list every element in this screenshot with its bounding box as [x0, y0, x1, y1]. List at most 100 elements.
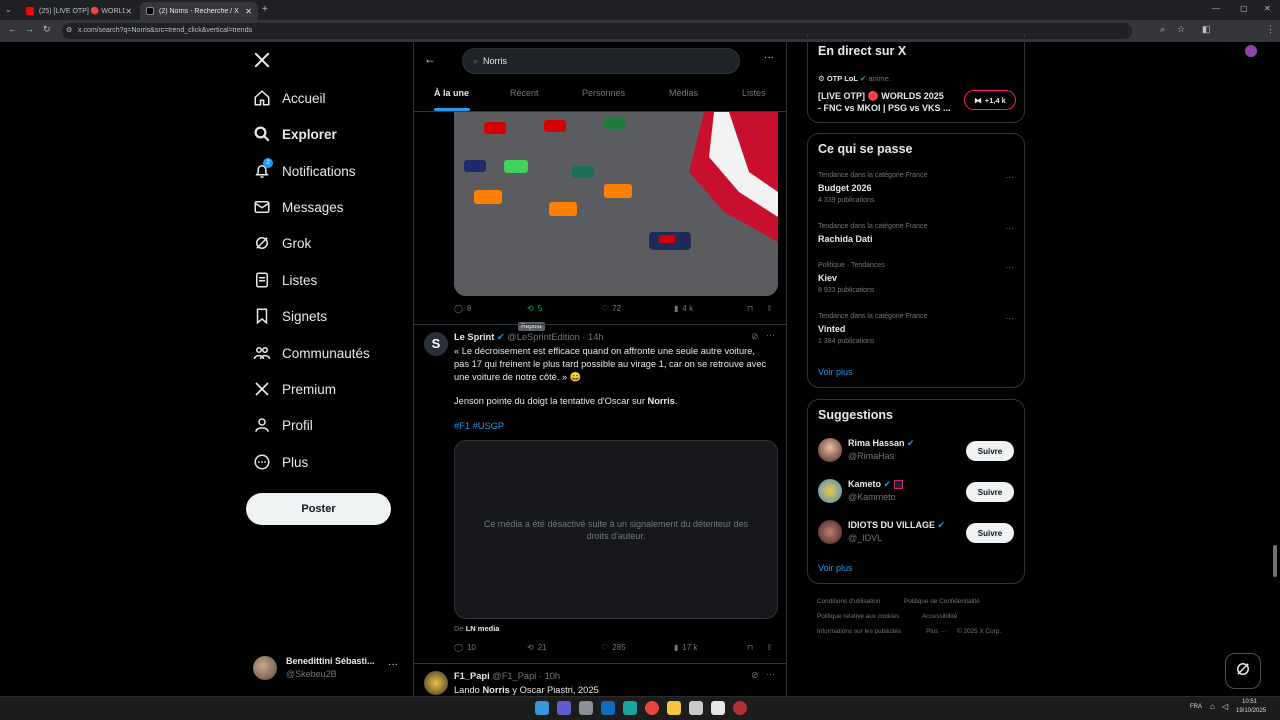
page-scrollbar[interactable] — [1273, 545, 1277, 577]
zoom-icon[interactable]: ⌕ — [1160, 24, 1165, 35]
footer-link[interactable]: Conditions d'utilisation — [817, 598, 880, 605]
tab-personnes[interactable]: Personnes — [582, 88, 625, 98]
more-dots-icon[interactable]: ··· — [1005, 262, 1014, 272]
grok-icon[interactable]: ⊘ — [751, 670, 759, 681]
reply-button[interactable]: ◯ 10 — [454, 643, 476, 652]
more-options-icon[interactable]: ··· — [764, 52, 774, 63]
more-dots-icon[interactable]: ··· — [766, 330, 775, 340]
reload-icon[interactable]: ↻ — [43, 24, 51, 35]
views-button[interactable]: ▮ 4 k — [674, 304, 693, 313]
windows-start-icon[interactable] — [535, 701, 549, 715]
more-dots-icon[interactable]: ··· — [766, 669, 775, 679]
teams-icon[interactable] — [557, 701, 571, 715]
views-button[interactable]: ▮ 17 k — [674, 643, 698, 652]
footer-link[interactable]: Politique relative aux cookies — [817, 613, 899, 620]
author-name[interactable]: F1_Papi — [454, 671, 490, 681]
nav-item-profil[interactable]: Profil — [252, 410, 313, 440]
clock-date[interactable]: 19/10/2025 — [1236, 708, 1266, 714]
bookmark-icon[interactable]: ⊓ — [747, 304, 753, 313]
post-button[interactable]: Poster — [246, 493, 391, 525]
extensions-icon[interactable]: ◧ — [1202, 24, 1211, 35]
share-icon[interactable]: ⇪ — [766, 304, 773, 313]
more-dots-icon[interactable]: ··· — [1005, 172, 1014, 182]
footer-link[interactable]: Accessibilité — [922, 613, 957, 620]
close-window-icon[interactable]: ✕ — [1264, 4, 1271, 13]
author-handle[interactable]: @LeSprintEdition · 14h — [507, 332, 603, 342]
avatar[interactable] — [818, 479, 842, 503]
avatar[interactable]: S — [424, 332, 448, 356]
tweet-media-image[interactable] — [454, 112, 778, 296]
close-tab-icon[interactable]: ✕ — [245, 7, 252, 16]
network-icon[interactable]: ⌂ — [1210, 702, 1215, 711]
repost-button[interactable]: ⟲ 21 — [527, 643, 547, 652]
nav-item-messages[interactable]: Messages — [252, 192, 344, 222]
like-button[interactable]: ♡ 285 — [601, 643, 626, 652]
see-more-link[interactable]: Voir plus — [818, 563, 853, 573]
author-name[interactable]: Le Sprint — [454, 332, 494, 342]
see-more-link[interactable]: Voir plus — [818, 367, 853, 377]
repost-button[interactable]: ⟲ 5 — [527, 304, 542, 313]
files-icon[interactable] — [579, 701, 593, 715]
tab-list-icon[interactable]: ⌄ — [5, 5, 12, 14]
edge-icon[interactable] — [623, 701, 637, 715]
notes-icon[interactable] — [711, 701, 725, 715]
nav-item-grok[interactable]: Grok — [252, 228, 311, 258]
more-dots-icon[interactable]: ··· — [1005, 223, 1014, 233]
hashtags[interactable]: #F1 #USGP — [454, 420, 504, 433]
like-button[interactable]: ♡ 72 — [601, 304, 621, 313]
follow-button[interactable]: Suivre — [966, 523, 1014, 543]
grok-icon[interactable]: ⊘ — [751, 331, 759, 342]
clock-time[interactable]: 10:51 — [1242, 699, 1257, 705]
nav-item-signets[interactable]: Signets — [252, 301, 327, 331]
source-name[interactable]: LN media — [466, 624, 500, 633]
reply-button[interactable]: ◯ 8 — [454, 304, 471, 313]
nav-item-notifications[interactable]: 2 Notifications — [252, 156, 356, 186]
follow-button[interactable]: Suivre — [966, 482, 1014, 502]
chrome-icon[interactable] — [645, 701, 659, 715]
grok-floating-button[interactable] — [1225, 653, 1261, 689]
nav-item-communautes[interactable]: Communautés — [252, 338, 370, 368]
footer-link[interactable]: Politique de Confidentialité — [904, 598, 980, 605]
avatar[interactable] — [818, 520, 842, 544]
trend-name[interactable]: Rachida Dati — [818, 234, 873, 244]
suggestion-name-row[interactable]: IDIOTS DU VILLAGE ✔ — [848, 520, 945, 531]
footer-link[interactable]: Informations sur les publicités — [817, 628, 901, 635]
follow-button[interactable]: Suivre — [966, 441, 1014, 461]
trend-name[interactable]: Budget 2026 — [818, 183, 872, 193]
menu-icon[interactable]: ⋮ — [1266, 24, 1275, 35]
nav-item-plus[interactable]: Plus — [252, 447, 308, 477]
volume-icon[interactable]: ◁ — [1222, 702, 1228, 711]
tab-medias[interactable]: Médias — [669, 88, 698, 98]
new-tab-button[interactable]: + — [262, 4, 268, 15]
language-indicator[interactable]: FRA — [1190, 704, 1202, 710]
search-input[interactable]: ⌕ Norris — [462, 48, 740, 74]
close-tab-icon[interactable]: ✕ — [125, 7, 132, 16]
game-icon[interactable] — [733, 701, 747, 715]
forward-icon[interactable]: → — [25, 24, 34, 34]
more-dots-icon[interactable]: ··· — [1005, 313, 1014, 323]
browser-tab-1[interactable]: (2) Norris - Recherche / X ✕ — [140, 2, 258, 20]
account-switcher[interactable]: Benedittini Sébasti... @Skebeu2B ··· — [253, 655, 405, 683]
nav-item-accueil[interactable]: Accueil — [252, 83, 326, 113]
suggestion-name-row[interactable]: Kameto ✔ — [848, 479, 903, 490]
app-icon[interactable] — [689, 701, 703, 715]
live-viewers-pill[interactable]: ⧓ +1,4 k — [964, 90, 1016, 110]
share-icon[interactable]: ⇪ — [766, 643, 773, 652]
avatar[interactable] — [818, 438, 842, 462]
footer-link[interactable]: Plus ··· — [926, 628, 947, 635]
browser-tab-0[interactable]: (25) [LIVE OTP] 🔴 WORLDS 2025 ✕ — [20, 2, 138, 20]
nav-item-premium[interactable]: Premium — [252, 374, 336, 404]
outlook-icon[interactable] — [601, 701, 615, 715]
back-icon[interactable]: ← — [8, 24, 17, 34]
minimize-window-icon[interactable]: — — [1212, 4, 1220, 13]
avatar[interactable] — [424, 671, 448, 695]
live-host[interactable]: ⚙ OTP LoL ✔ anime. — [818, 74, 891, 83]
profile-avatar[interactable] — [1245, 45, 1257, 57]
bookmark-icon[interactable]: ⊓ — [747, 643, 753, 652]
x-logo-icon[interactable] — [253, 51, 271, 74]
live-stream-title[interactable]: [LIVE OTP] 🔴 WORLDS 2025 - FNC vs MKOI |… — [818, 90, 958, 114]
site-info-icon[interactable]: ⚙ — [66, 23, 72, 39]
tab-recent[interactable]: Récent — [510, 88, 539, 98]
back-arrow-icon[interactable]: ← — [424, 52, 436, 66]
star-icon[interactable]: ☆ — [1177, 24, 1185, 35]
